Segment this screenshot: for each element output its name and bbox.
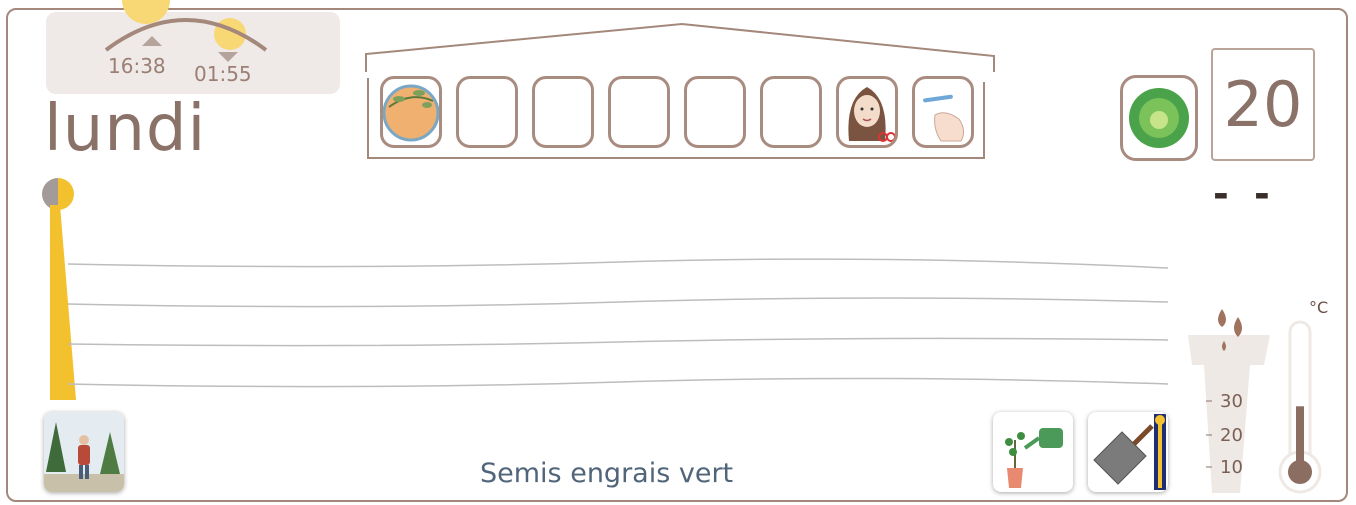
- activity-tile-plant[interactable]: [380, 76, 442, 148]
- counter-box: 20: [1211, 48, 1315, 161]
- thermometer-icon: [1278, 320, 1322, 494]
- activity-tile-empty-5[interactable]: [760, 76, 822, 148]
- counter-sub: - -: [1213, 172, 1276, 216]
- sunrise-time: 01:55: [194, 62, 252, 86]
- watering-button[interactable]: [993, 412, 1073, 492]
- sunrise-arrow-icon: [218, 52, 238, 62]
- watering-can-icon: [1005, 428, 1063, 488]
- hiking-icon: [44, 412, 124, 492]
- activity-tile-haircut[interactable]: [836, 76, 898, 148]
- activity-tile-empty-3[interactable]: [608, 76, 670, 148]
- haircut-icon: [848, 87, 895, 142]
- activity-tile-empty-4[interactable]: [684, 76, 746, 148]
- activity-caption: Semis engrais vert: [480, 458, 734, 489]
- activity-tile-hand[interactable]: [912, 76, 974, 148]
- activity-tile-empty-1[interactable]: [456, 76, 518, 148]
- hiking-button[interactable]: [44, 412, 124, 492]
- rain-gauge-label-30: 30: [1220, 391, 1243, 412]
- rain-drop-icon: [1218, 309, 1226, 327]
- activity-tile-empty-2[interactable]: [532, 76, 594, 148]
- plant-bowl-icon: [383, 84, 439, 142]
- hand-toothbrush-icon: [923, 94, 965, 142]
- writing-lines: [67, 258, 1169, 388]
- spade-button[interactable]: [1088, 412, 1168, 492]
- sunset-time: 16:38: [108, 54, 166, 78]
- temperature-unit: °C: [1309, 298, 1329, 317]
- rain-gauge-label-20: 20: [1220, 425, 1243, 446]
- sunset-arrow-icon: [142, 36, 162, 46]
- day-name: lundi: [44, 92, 207, 166]
- rain-drop-icon: [1234, 317, 1242, 337]
- spade-icon: [1093, 414, 1166, 490]
- vegetable-tile[interactable]: [1120, 75, 1198, 161]
- lettuce-icon: [1129, 88, 1189, 148]
- rain-gauge-label-10: 10: [1220, 457, 1243, 478]
